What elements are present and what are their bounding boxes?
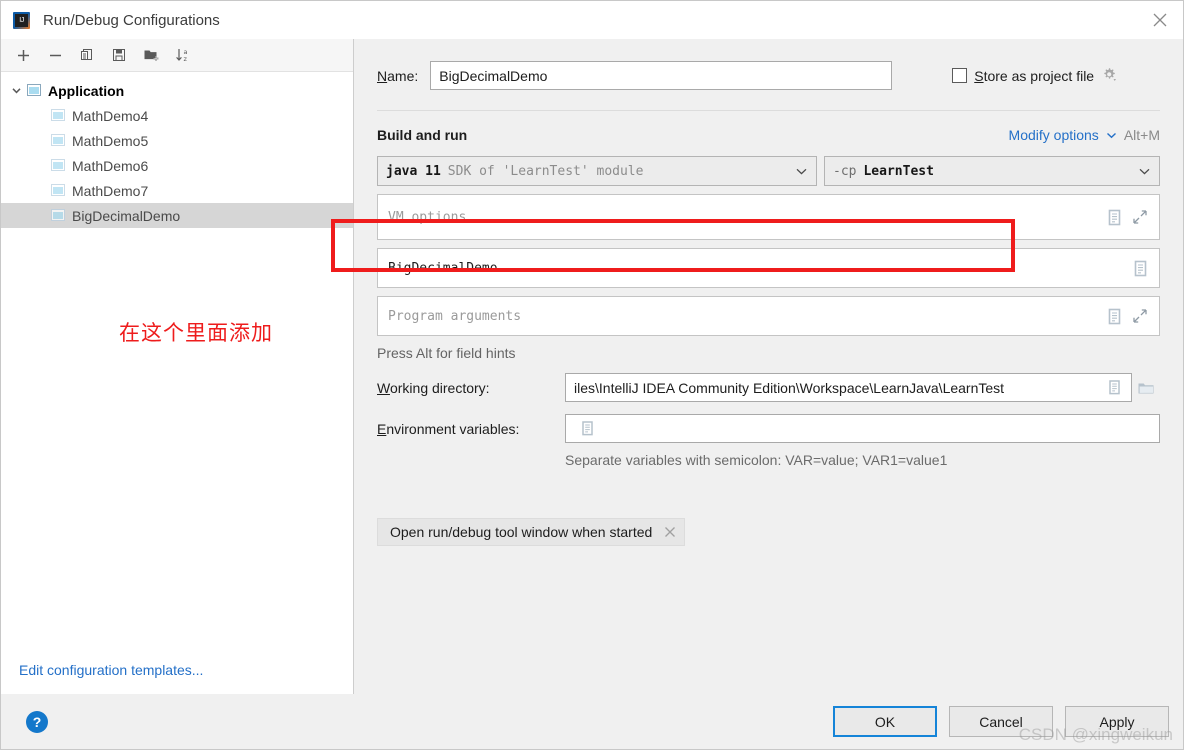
dialog-title: Run/Debug Configurations (43, 11, 220, 29)
sidebar-item-mathdemo4[interactable]: MathDemo4 (1, 103, 353, 128)
ok-button[interactable]: OK (833, 706, 937, 737)
svg-text:z: z (183, 55, 187, 63)
main-class-value: BigDecimalDemo (388, 260, 498, 276)
tree-item-label: BigDecimalDemo (72, 207, 181, 224)
tree-group-label: Application (48, 82, 125, 99)
footer-buttons: OK Cancel Apply (833, 706, 1169, 737)
close-icon[interactable] (1137, 1, 1183, 39)
chevron-down-icon[interactable] (787, 164, 808, 179)
remove-configuration-button[interactable] (39, 41, 71, 69)
sidebar-item-bigdecimaldemo[interactable]: BigDecimalDemo (1, 203, 353, 228)
document-list-icon[interactable] (1101, 308, 1127, 325)
store-as-project-file-label: Store as project file (974, 67, 1095, 84)
working-directory-row: Working directory: iles\IntelliJ IDEA Co… (377, 373, 1160, 402)
name-value: BigDecimalDemo (439, 67, 548, 84)
dialog-body: a z Application MathDemo4 MathDemo5 Math… (1, 39, 1183, 694)
build-and-run-header: Build and run Modify options Alt+M (377, 127, 1160, 143)
expand-arrows-icon[interactable] (1127, 209, 1153, 225)
configurations-tree: Application MathDemo4 MathDemo5 MathDemo… (1, 72, 353, 694)
document-list-icon[interactable] (1127, 260, 1153, 277)
close-icon[interactable] (664, 526, 676, 538)
name-row: Name: BigDecimalDemo Store as project fi… (377, 61, 1160, 90)
sidebar-item-mathdemo6[interactable]: MathDemo6 (1, 153, 353, 178)
application-icon (25, 83, 41, 98)
store-as-project-file-checkbox[interactable] (952, 68, 968, 83)
tree-item-label: MathDemo4 (72, 107, 149, 124)
tree-item-label: MathDemo7 (72, 182, 149, 199)
program-arguments-input[interactable]: Program arguments (377, 296, 1160, 336)
sidebar-toolbar: a z (1, 39, 353, 72)
jdk-combobox[interactable]: java 11 SDK of 'LearnTest' module (377, 156, 817, 186)
dialog-footer: ? OK Cancel Apply CSDN @xingweikun (1, 694, 1183, 749)
sort-configurations-button[interactable]: a z (167, 41, 199, 69)
tree-item-label: MathDemo6 (72, 157, 149, 174)
folder-icon[interactable] (1132, 380, 1160, 396)
document-list-icon[interactable] (574, 421, 600, 436)
application-icon (49, 108, 65, 123)
modify-options-group: Modify options Alt+M (1009, 127, 1160, 143)
classpath-value: LearnTest (863, 163, 934, 179)
application-icon (49, 208, 65, 223)
document-list-icon[interactable] (1101, 380, 1127, 395)
expand-arrows-icon[interactable] (1127, 308, 1153, 324)
tree-item-label: MathDemo5 (72, 132, 149, 149)
jdk-classpath-row: java 11 SDK of 'LearnTest' module -cp Le… (377, 156, 1160, 186)
run-debug-configurations-dialog: Run/Debug Configurations (0, 0, 1184, 750)
vm-options-input[interactable]: VM options (377, 194, 1160, 240)
classpath-prefix: -cp (833, 163, 857, 179)
application-icon (49, 183, 65, 198)
tree-group-application[interactable]: Application (1, 78, 353, 103)
help-button[interactable]: ? (26, 710, 48, 733)
sidebar-item-mathdemo5[interactable]: MathDemo5 (1, 128, 353, 153)
program-arguments-placeholder: Program arguments (388, 308, 522, 324)
vm-options-placeholder: VM options (388, 209, 467, 225)
name-label: Name: (377, 67, 419, 84)
environment-variables-hint: Separate variables with semicolon: VAR=v… (565, 452, 948, 468)
annotation-text: 在这个里面添加 (119, 321, 273, 345)
jdk-suffix: SDK of 'LearnTest' module (447, 163, 644, 179)
working-directory-input[interactable]: iles\IntelliJ IDEA Community Edition\Wor… (565, 373, 1132, 402)
store-as-project-file-group: Store as project file (952, 66, 1118, 86)
application-icon (49, 158, 65, 173)
edit-configuration-templates-link[interactable]: Edit configuration templates... (19, 662, 203, 678)
environment-variables-input[interactable] (565, 414, 1160, 443)
environment-variables-row: Environment variables: (377, 414, 1160, 443)
application-icon (49, 133, 65, 148)
intellij-idea-logo (13, 11, 30, 29)
section-divider (377, 110, 1160, 111)
sidebar-item-mathdemo7[interactable]: MathDemo7 (1, 178, 353, 203)
modify-options-link[interactable]: Modify options (1009, 127, 1099, 143)
build-and-run-title: Build and run (377, 127, 468, 143)
jdk-prefix: java 11 (386, 163, 441, 179)
modify-options-shortcut: Alt+M (1123, 127, 1160, 143)
save-configuration-button[interactable] (103, 41, 135, 69)
title-bar: Run/Debug Configurations (1, 1, 1183, 39)
name-input[interactable]: BigDecimalDemo (430, 61, 893, 90)
cancel-button[interactable]: Cancel (949, 706, 1053, 737)
open-tool-window-label: Open run/debug tool window when started (390, 524, 653, 540)
classpath-combobox[interactable]: -cp LearnTest (824, 156, 1160, 186)
new-folder-button[interactable] (135, 41, 167, 69)
configurations-sidebar: a z Application MathDemo4 MathDemo5 Math… (1, 39, 354, 694)
chevron-down-icon[interactable] (1130, 164, 1151, 179)
gear-icon[interactable] (1101, 66, 1118, 86)
working-directory-label: Working directory: (377, 379, 490, 396)
open-tool-window-chip[interactable]: Open run/debug tool window when started (377, 518, 686, 546)
chevron-down-icon[interactable] (1106, 128, 1117, 143)
field-hints-text: Press Alt for field hints (377, 345, 516, 361)
configuration-editor-panel: Name: BigDecimalDemo Store as project fi… (354, 39, 1183, 694)
main-class-input[interactable]: BigDecimalDemo (377, 248, 1160, 288)
chevron-down-icon[interactable] (7, 82, 25, 100)
working-directory-value: iles\IntelliJ IDEA Community Edition\Wor… (574, 379, 1005, 396)
environment-variables-label: Environment variables: (377, 420, 520, 437)
document-list-icon[interactable] (1101, 209, 1127, 226)
add-configuration-button[interactable] (7, 41, 39, 69)
copy-configuration-button[interactable] (71, 41, 103, 69)
apply-button[interactable]: Apply (1065, 706, 1169, 737)
